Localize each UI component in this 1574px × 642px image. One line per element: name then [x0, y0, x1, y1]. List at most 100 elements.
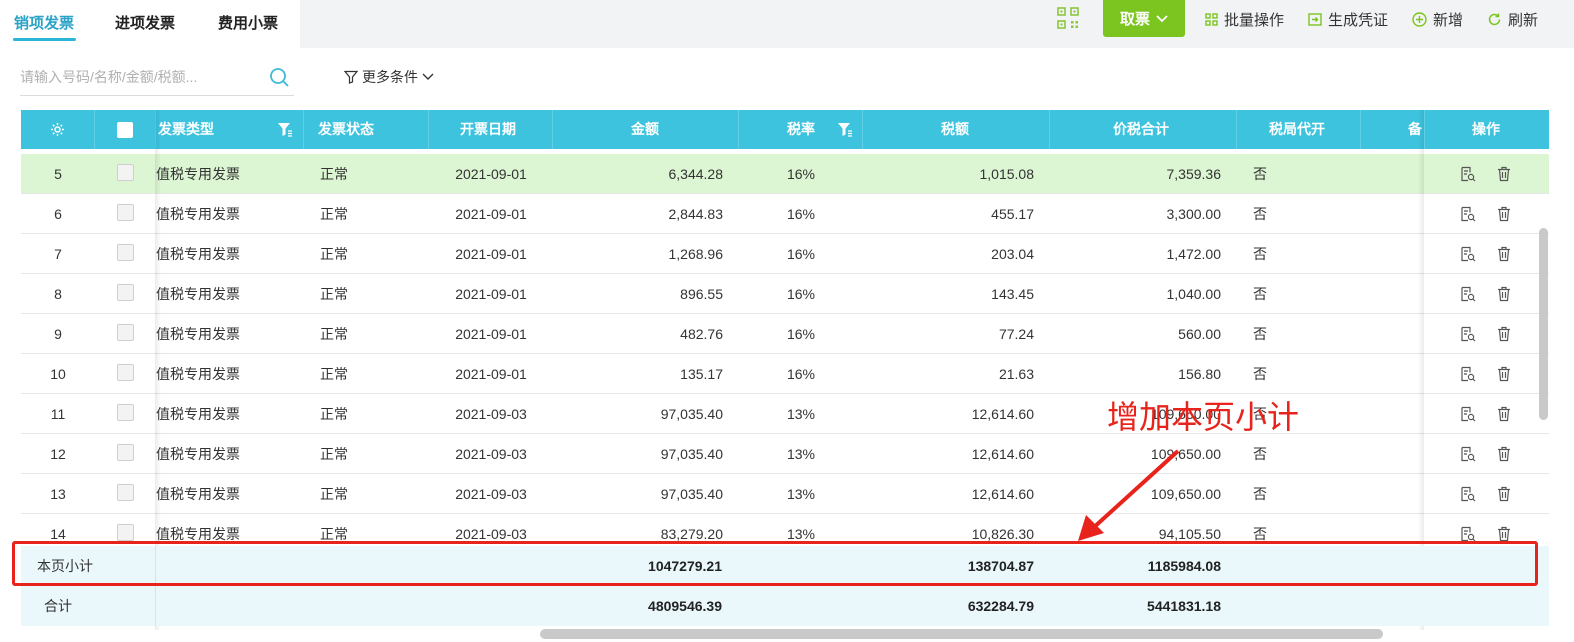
more-conditions-button[interactable]: 更多条件 [344, 67, 434, 87]
table-row[interactable]: 6 值税专用发票 正常 2021-09-01 2,844.83 16% 455.17 3,30… [21, 194, 1549, 234]
search-input[interactable] [20, 60, 260, 94]
add-button[interactable]: 新增 [1412, 9, 1463, 30]
table-row[interactable]: 12 值税专用发票 正常 2021-09-03 97,035.40 13% 12,614.6… [21, 434, 1549, 474]
batch-operation-button[interactable]: 批量操作 [1205, 9, 1284, 30]
cell-invoice-status: 正常 [320, 366, 348, 382]
table-row[interactable]: 13 值税专用发票 正常 2021-09-03 97,035.40 13% 12,614.6… [21, 474, 1549, 514]
column-header-rate[interactable]: 税率 [739, 110, 863, 149]
cell-invoice-date: 2021-09-01 [455, 286, 527, 302]
column-header-agent-label: 税局代开 [1269, 121, 1325, 137]
row-checkbox[interactable] [117, 244, 134, 261]
table-row[interactable]: 9 值税专用发票 正常 2021-09-01 482.76 16% 77.24 560.00 否 [21, 314, 1549, 354]
column-header-type[interactable]: 发票类型 [156, 110, 304, 149]
cell-row-number: 13 [50, 486, 66, 502]
cell-invoice-date: 2021-09-03 [455, 406, 527, 422]
delete-icon[interactable] [1496, 326, 1512, 342]
row-checkbox[interactable] [117, 284, 134, 301]
cell-amount: 6,344.28 [668, 166, 724, 182]
tab-purchase-invoice[interactable]: 进项发票 [115, 12, 175, 33]
cell-invoice-status: 正常 [320, 166, 348, 182]
row-checkbox[interactable] [117, 444, 134, 461]
column-header-amount[interactable]: 金额 [553, 110, 739, 149]
delete-icon[interactable] [1496, 286, 1512, 302]
tab-expense-receipt[interactable]: 费用小票 [218, 12, 278, 33]
refresh-button[interactable]: 刷新 [1487, 9, 1538, 30]
column-header-date[interactable]: 开票日期 [429, 110, 553, 149]
cell-invoice-status: 正常 [320, 206, 348, 222]
table-header: 发票类型 发票状态 开票日期 金额 税率 税额 价税合计 税局代开 备 操作 [21, 110, 1549, 149]
cell-invoice-type: 值税专用发票 [156, 166, 240, 182]
batch-icon [1205, 13, 1218, 26]
row-checkbox[interactable] [117, 204, 134, 221]
cell-invoice-type: 值税专用发票 [156, 326, 240, 342]
column-header-type-label: 发票类型 [158, 121, 214, 137]
generate-voucher-button[interactable]: 生成凭证 [1308, 9, 1388, 30]
cell-amount: 135.17 [680, 366, 723, 382]
view-detail-icon[interactable] [1460, 526, 1476, 542]
delete-icon[interactable] [1496, 206, 1512, 222]
view-detail-icon[interactable] [1460, 406, 1476, 422]
view-detail-icon[interactable] [1460, 286, 1476, 302]
cell-tax-rate: 16% [786, 166, 816, 182]
view-detail-icon[interactable] [1460, 206, 1476, 222]
delete-icon[interactable] [1496, 166, 1512, 182]
table-row[interactable]: 10 值税专用发票 正常 2021-09-01 135.17 16% 21.63 156.80… [21, 354, 1549, 394]
cell-tax-rate: 13% [786, 406, 816, 422]
qr-code-icon[interactable] [1057, 7, 1079, 29]
batch-operation-label: 批量操作 [1224, 12, 1285, 29]
view-detail-icon[interactable] [1460, 486, 1476, 502]
cell-invoice-status: 正常 [320, 246, 348, 262]
divider [155, 586, 156, 626]
cell-invoice-type: 值税专用发票 [156, 246, 240, 262]
row-checkbox[interactable] [117, 364, 134, 381]
delete-icon[interactable] [1496, 446, 1512, 462]
cell-invoice-type: 值税专用发票 [156, 486, 240, 502]
delete-icon[interactable] [1496, 406, 1512, 422]
annotation-arrow-icon [1078, 449, 1180, 541]
delete-icon[interactable] [1496, 246, 1512, 262]
plus-circle-icon [1412, 12, 1427, 27]
cell-tax-amount: 12,614.60 [971, 486, 1034, 502]
view-detail-icon[interactable] [1460, 446, 1476, 462]
cell-amount: 97,035.40 [660, 446, 723, 462]
filter-icon[interactable] [277, 122, 293, 137]
row-checkbox[interactable] [117, 324, 134, 341]
column-header-remark[interactable]: 备 [1361, 110, 1425, 149]
table-row[interactable]: 11 值税专用发票 正常 2021-09-03 97,035.40 13% 12,614.6… [21, 394, 1549, 434]
column-header-ops-label: 操作 [1472, 121, 1500, 137]
cell-invoice-status: 正常 [320, 486, 348, 502]
row-checkbox[interactable] [117, 524, 134, 541]
tab-sales-invoice[interactable]: 销项发票 [14, 12, 74, 33]
delete-icon[interactable] [1496, 366, 1512, 382]
take-invoice-button[interactable]: 取票 [1103, 0, 1185, 37]
column-header-status[interactable]: 发票状态 [304, 110, 429, 149]
column-header-agent[interactable]: 税局代开 [1237, 110, 1361, 149]
horizontal-scrollbar[interactable] [540, 629, 1383, 639]
search-icon[interactable] [268, 66, 290, 88]
cell-row-number: 8 [54, 286, 62, 302]
gear-icon[interactable] [50, 122, 65, 137]
delete-icon[interactable] [1496, 486, 1512, 502]
view-detail-icon[interactable] [1460, 366, 1476, 382]
column-header-tax[interactable]: 税额 [863, 110, 1050, 149]
table-row[interactable]: 8 值税专用发票 正常 2021-09-01 896.55 16% 143.45 1,040.… [21, 274, 1549, 314]
table-row[interactable]: 7 值税专用发票 正常 2021-09-01 1,268.96 16% 203.04 1,47… [21, 234, 1549, 274]
cell-row-number: 6 [54, 206, 62, 222]
column-header-total[interactable]: 价税合计 [1050, 110, 1237, 149]
view-detail-icon[interactable] [1460, 166, 1476, 182]
cell-row-number: 5 [54, 166, 62, 182]
row-checkbox[interactable] [117, 484, 134, 501]
cell-total-amount: 156.80 [1178, 366, 1221, 382]
vertical-scrollbar[interactable] [1539, 228, 1548, 420]
select-all-header [95, 110, 156, 149]
select-all-checkbox[interactable] [117, 122, 133, 138]
view-detail-icon[interactable] [1460, 246, 1476, 262]
table-row[interactable]: 5 值税专用发票 正常 2021-09-01 6,344.28 16% 1,015.08 7,… [21, 154, 1549, 194]
delete-icon[interactable] [1496, 526, 1512, 542]
row-checkbox[interactable] [117, 404, 134, 421]
filter-icon[interactable] [837, 122, 853, 137]
row-checkbox[interactable] [117, 164, 134, 181]
cell-tax-amount: 203.04 [991, 246, 1034, 262]
view-detail-icon[interactable] [1460, 326, 1476, 342]
cell-tax-rate: 16% [786, 326, 816, 342]
